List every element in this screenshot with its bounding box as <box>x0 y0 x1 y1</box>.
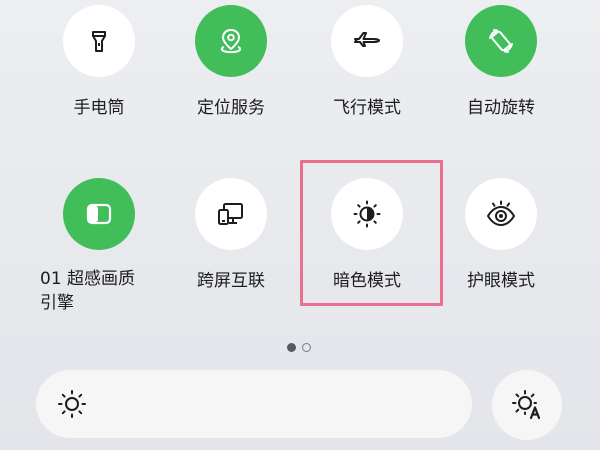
multi-screen-icon <box>218 203 243 225</box>
brightness-slider[interactable] <box>36 370 472 438</box>
tile-auto-rotate[interactable]: 自动旋转 <box>434 5 564 125</box>
tile-label: 定位服务 <box>197 98 265 118</box>
airplane-icon <box>354 32 380 47</box>
tile-multi-screen[interactable]: 跨屏互联 <box>164 178 294 298</box>
tile-display-engine-button[interactable] <box>63 178 135 250</box>
dark-mode-highlight-box <box>300 160 443 306</box>
tile-flashlight-button[interactable] <box>63 5 135 77</box>
tile-label: 护眼模式 <box>467 271 535 291</box>
tile-airplane-button[interactable] <box>331 5 403 77</box>
auto-brightness-icon <box>512 390 541 420</box>
flashlight-icon <box>92 31 106 52</box>
tile-label: 手电筒 <box>73 98 125 118</box>
auto-brightness-button[interactable] <box>492 370 562 440</box>
tile-airplane-mode[interactable]: 飞行模式 <box>300 5 430 125</box>
tile-label: 自动旋转 <box>467 98 535 118</box>
tile-location[interactable]: 定位服务 <box>164 5 294 125</box>
page-indicator <box>287 342 311 352</box>
tile-auto-rotate-button[interactable] <box>465 5 537 77</box>
tile-label: 跨屏互联 <box>197 271 265 291</box>
tile-location-button[interactable] <box>195 5 267 77</box>
display-engine-icon <box>86 203 112 225</box>
page-dot-active[interactable] <box>287 342 296 352</box>
tile-label: 01 超感画质引擎 <box>40 269 136 313</box>
tile-flashlight[interactable]: 手电筒 <box>32 5 162 125</box>
tile-multi-screen-button[interactable] <box>195 178 267 250</box>
tile-eye-comfort-button[interactable] <box>465 178 537 250</box>
eye-comfort-icon <box>487 200 515 226</box>
tile-label: 飞行模式 <box>333 98 401 118</box>
tile-display-engine[interactable]: 01 超感画质引擎 <box>32 178 162 313</box>
auto-rotate-icon <box>489 29 513 53</box>
tile-eye-comfort[interactable]: 护眼模式 <box>434 178 564 298</box>
brightness-sun-icon <box>58 390 86 418</box>
location-pin-icon <box>220 29 242 54</box>
quick-settings-panel: 手电筒 定位服务 飞行模式 自动旋转 01 超感画质引擎 跨屏互联 暗色模式 护… <box>0 0 600 450</box>
page-dot-inactive[interactable] <box>302 342 311 352</box>
